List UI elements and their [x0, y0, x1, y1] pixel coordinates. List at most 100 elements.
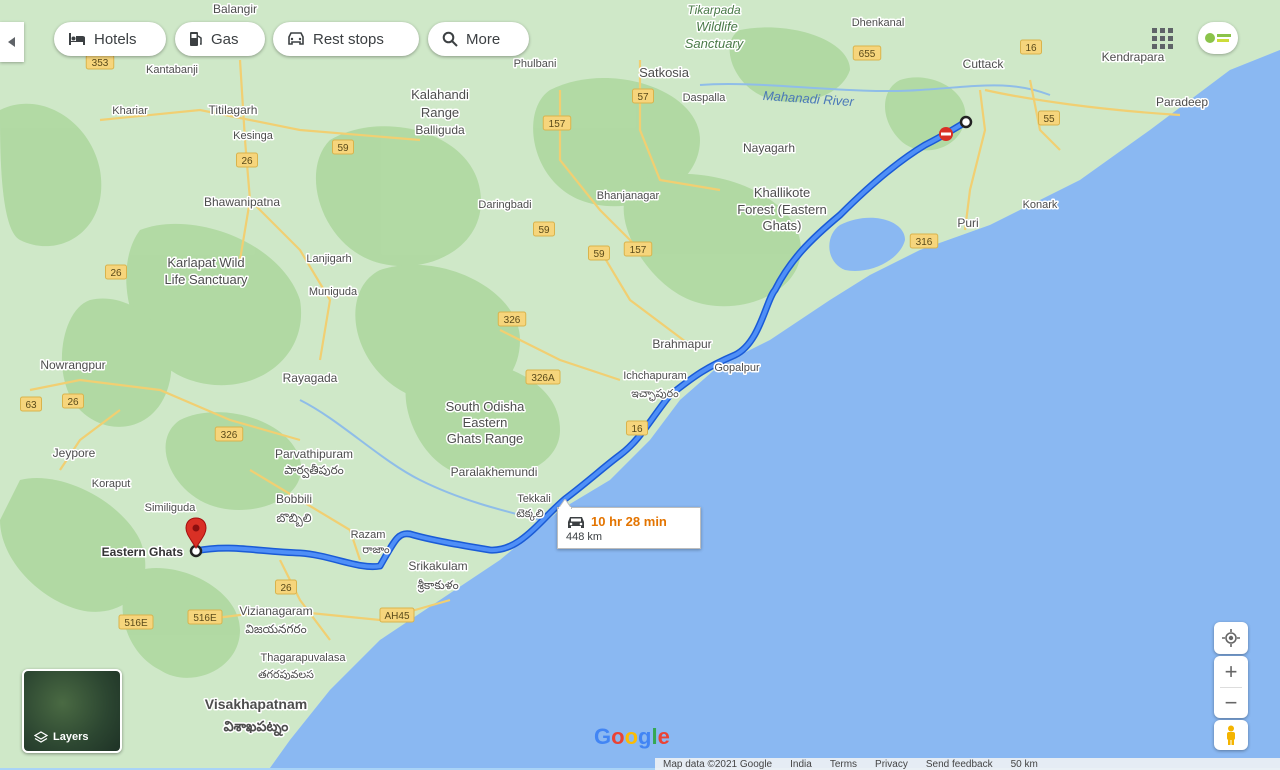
zoom-control: + −: [1214, 656, 1248, 718]
place-label-puri: Puri: [957, 216, 978, 230]
place-label-konark: Konark: [1023, 199, 1058, 211]
place-label-razam-te: రాజాం: [362, 544, 390, 556]
road-shield-label: 26: [67, 397, 79, 408]
place-label-life-sanctuary: Life Sanctuary: [164, 272, 248, 287]
hotels-button[interactable]: Hotels: [54, 22, 166, 56]
place-label-rayagada: Rayagada: [283, 371, 338, 385]
road-shield-label: 26: [241, 156, 253, 167]
place-label-visakhapatnam-te: విశాఖపట్నం: [224, 718, 289, 736]
caret-left-icon: [8, 37, 15, 47]
place-label-eastern: Eastern: [463, 415, 508, 430]
place-label-bhanjanagar: Bhanjanagar: [597, 190, 660, 202]
place-label-gopalpur: Gopalpur: [714, 362, 760, 374]
place-label-razam: Razam: [351, 529, 386, 541]
road-shield-label: 316: [916, 237, 933, 248]
place-label-bobbili-te: బొబ్బిలి: [276, 511, 311, 527]
place-label-jeypore: Jeypore: [53, 446, 96, 460]
place-label-satkosia: Satkosia: [639, 65, 690, 80]
road-shield-label: 516E: [124, 618, 148, 629]
place-label-south-odisha: South Odisha: [446, 399, 526, 414]
layers-button[interactable]: Layers: [22, 669, 122, 753]
place-label-phulbani: Phulbani: [514, 58, 557, 70]
place-label-bhawanipatna: Bhawanipatna: [204, 195, 280, 209]
road-shield-label: 26: [280, 583, 292, 594]
gas-button[interactable]: Gas: [175, 22, 265, 56]
rest-stops-label: Rest stops: [313, 30, 384, 48]
place-label-range: Range: [421, 105, 459, 120]
gas-station-icon: [190, 32, 202, 46]
road-shield-label: 63: [25, 400, 37, 411]
place-label-srikakulam-te: శ్రీకాకుళం: [417, 578, 459, 593]
place-label-tikarpada: Tikarpada: [687, 3, 741, 17]
road-shield-label: AH45: [384, 611, 409, 622]
road-shield-label: 326: [221, 430, 238, 441]
place-label-ghats-paren: Ghats): [762, 218, 801, 233]
place-label-brahmapur: Brahmapur: [652, 337, 711, 351]
road-shield-label: 326A: [531, 373, 555, 384]
more-button[interactable]: More: [428, 22, 529, 56]
road-shield-label: 55: [1043, 114, 1055, 125]
route-info-box[interactable]: 10 hr 28 min 448 km: [557, 507, 701, 549]
bed-icon: [69, 33, 85, 45]
place-label-ichchapuram-te: ఇచ్ఛాపురం: [631, 388, 679, 402]
road-shield-label: 516E: [193, 613, 217, 624]
zoom-out-button[interactable]: −: [1214, 688, 1248, 718]
profile-logo-icon: [1205, 33, 1231, 43]
collapse-panel-button[interactable]: [0, 22, 24, 62]
rest-stops-button[interactable]: Rest stops: [273, 22, 419, 56]
road-shield-label: 655: [859, 49, 876, 60]
gas-label: Gas: [211, 30, 239, 48]
place-label-tekkali: Tekkali: [517, 493, 551, 505]
place-label-cuttack: Cuttack: [963, 57, 1005, 71]
place-label-karlapat: Karlapat Wild: [167, 255, 244, 270]
route-start-marker[interactable]: [959, 115, 973, 129]
place-label-daspalla: Daspalla: [683, 92, 727, 104]
road-shield-label: 59: [593, 249, 605, 260]
map-canvas[interactable]: 353 655 16 57 157 59 26 59 59 157 316 55 26 326 326A 16…: [0, 0, 1280, 768]
no-entry-icon: [939, 127, 953, 141]
my-location-icon: [1222, 629, 1240, 647]
road-shield-label: 57: [637, 92, 649, 103]
road-shield-label: 16: [631, 424, 643, 435]
place-label-tekkali-te: టెక్కలి: [516, 508, 543, 521]
road-shield-label: 157: [549, 119, 566, 130]
apps-grid-icon[interactable]: [1150, 26, 1174, 50]
place-label-ichchapuram: Ichchapuram: [623, 370, 687, 382]
road-shield-label: 326: [504, 315, 521, 326]
road-shield-label: 26: [110, 268, 122, 279]
google-logo: Google: [594, 724, 670, 749]
car-icon: [568, 517, 584, 528]
road-shield-label: 16: [1025, 43, 1037, 54]
info-box-pointer: [558, 499, 572, 509]
place-label-bobbili: Bobbili: [276, 492, 312, 506]
place-label-balliguda: Balliguda: [415, 123, 465, 137]
search-icon: [442, 31, 458, 47]
map-footer: Map data ©2021 Google India Terms Privac…: [655, 758, 1280, 770]
place-label-kalahandi: Kalahandi: [411, 87, 469, 102]
more-label: More: [466, 30, 501, 48]
account-avatar[interactable]: [1198, 22, 1238, 54]
place-label-dhenkanal: Dhenkanal: [852, 17, 905, 29]
place-label-kantabanji: Kantabanji: [146, 64, 198, 76]
hotels-label: Hotels: [94, 30, 137, 48]
place-label-vizianagaram: Vizianagaram: [239, 604, 312, 618]
place-label-paralakhemundi: Paralakhemundi: [451, 465, 538, 479]
place-label-muniguda: Muniguda: [309, 286, 358, 298]
place-label-paradeep: Paradeep: [1156, 95, 1208, 109]
place-label-srikakulam: Srikakulam: [408, 559, 467, 573]
place-label-koraput: Koraput: [92, 478, 131, 490]
place-label-thagarapuvalasa: Thagarapuvalasa: [260, 652, 346, 664]
pegman-button[interactable]: [1214, 720, 1248, 750]
rest-stop-icon: [288, 32, 304, 45]
place-label-lanjigarh: Lanjigarh: [306, 253, 351, 265]
place-label-forest-eastern: Forest (Eastern: [737, 202, 827, 217]
pegman-icon: [1227, 725, 1235, 745]
my-location-button[interactable]: [1214, 622, 1248, 654]
place-label-thagarapuvalasa-te: తగరపువలస: [258, 669, 314, 681]
layers-icon: [34, 731, 48, 743]
zoom-in-button[interactable]: +: [1214, 657, 1248, 687]
place-label-simliguda: Similiguda: [145, 502, 197, 514]
road-shield-label: 59: [337, 143, 349, 154]
layers-label: Layers: [53, 731, 89, 743]
place-label-vizianagaram-te: విజయనగరం: [245, 622, 306, 636]
